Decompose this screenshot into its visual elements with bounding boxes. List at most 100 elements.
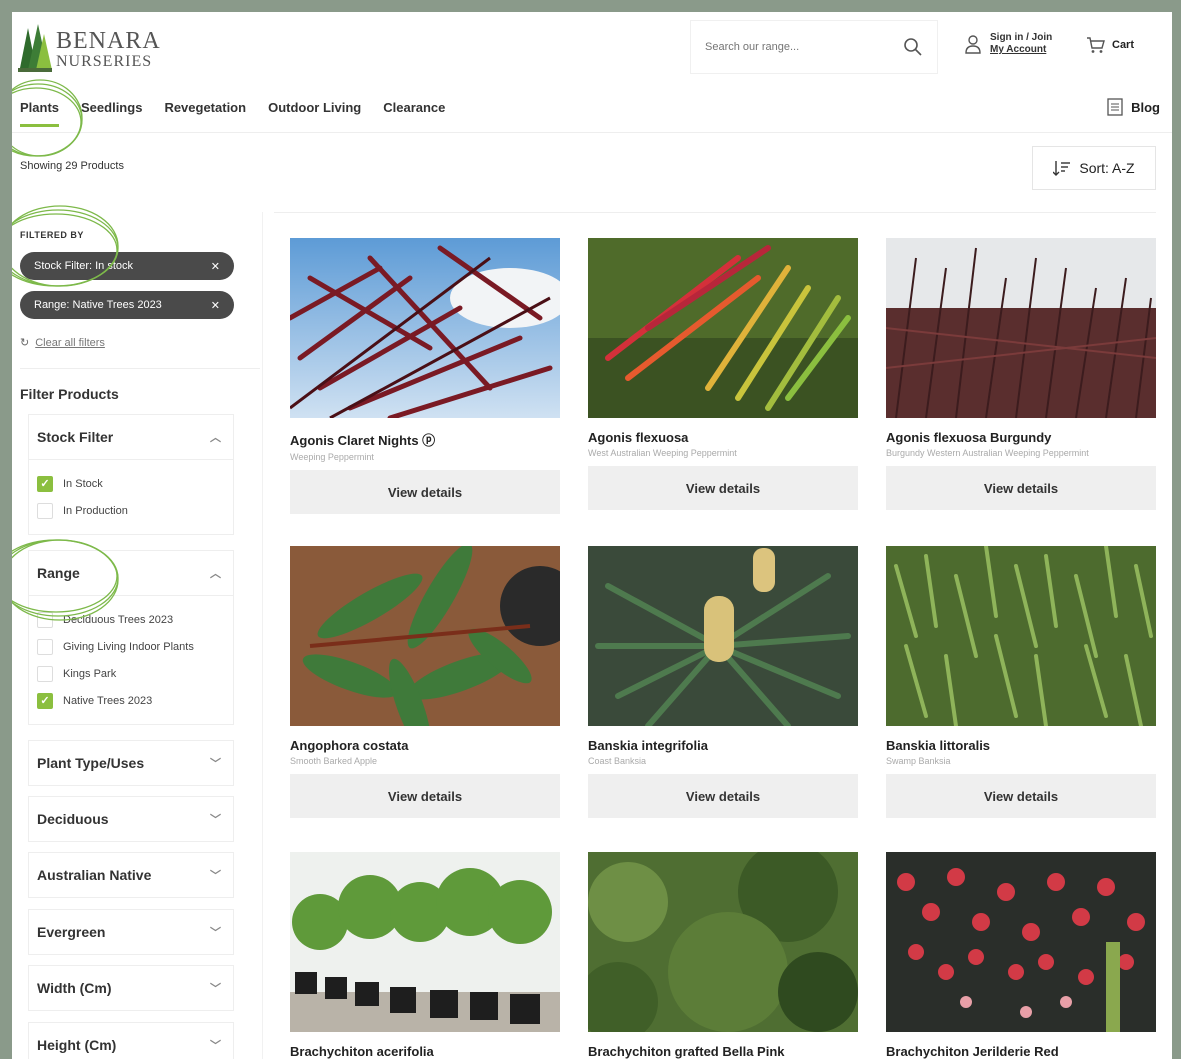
filter-chip-range[interactable]: Range: Native Trees 2023 ✕ bbox=[20, 291, 234, 319]
product-name[interactable]: Banskia littoralis bbox=[886, 738, 1156, 753]
nav-plants[interactable]: Plants bbox=[20, 100, 60, 127]
divider bbox=[20, 368, 260, 369]
product-name[interactable]: Agonis flexuosa Burgundy bbox=[886, 430, 1156, 445]
product-name[interactable]: Banskia integrifolia bbox=[588, 738, 858, 753]
product-card[interactable]: Agonis Claret Nights ⓟ Weeping Peppermin… bbox=[290, 238, 560, 514]
option-label: In Stock bbox=[63, 477, 103, 490]
accordion-label: Deciduous bbox=[37, 811, 109, 827]
clear-filters-link[interactable]: ↻ Clear all filters bbox=[20, 336, 105, 350]
nav-revegetation[interactable]: Revegetation bbox=[164, 100, 246, 127]
product-card[interactable]: Agonis flexuosa Burgundy Burgundy Wester… bbox=[886, 238, 1156, 510]
option-giving-living[interactable]: Giving Living Indoor Plants bbox=[37, 633, 225, 660]
search-input[interactable] bbox=[705, 41, 903, 53]
product-name[interactable]: Agonis flexuosa bbox=[588, 430, 858, 445]
accordion-header[interactable]: Stock Filter ︿ bbox=[29, 415, 233, 459]
nav-seedlings[interactable]: Seedlings bbox=[81, 100, 142, 127]
close-icon[interactable]: ✕ bbox=[211, 260, 220, 273]
option-native-trees[interactable]: ✓ Native Trees 2023 bbox=[37, 687, 225, 714]
blog-label: Blog bbox=[1131, 99, 1160, 115]
product-name[interactable]: Agonis Claret Nights ⓟ bbox=[290, 430, 560, 449]
view-details-button[interactable]: View details bbox=[290, 470, 560, 514]
accordion-width: Width (Cm) ﹀ bbox=[28, 965, 234, 1011]
accordion-header[interactable]: Range ︿ bbox=[29, 551, 233, 595]
product-card[interactable]: Brachychiton acerifolia bbox=[290, 852, 560, 1059]
option-deciduous-trees[interactable]: Deciduous Trees 2023 bbox=[37, 606, 225, 633]
product-image bbox=[290, 852, 560, 1032]
accordion-label: Plant Type/Uses bbox=[37, 755, 145, 771]
sign-in-link[interactable]: Sign in / Join bbox=[990, 32, 1052, 44]
close-icon[interactable]: ✕ bbox=[211, 299, 220, 312]
checkbox-checked[interactable]: ✓ bbox=[37, 692, 53, 709]
clear-filters-label: Clear all filters bbox=[35, 336, 105, 349]
product-image bbox=[290, 238, 560, 418]
product-image bbox=[588, 238, 858, 418]
accordion-header[interactable]: Deciduous ﹀ bbox=[29, 797, 233, 841]
accordion-header[interactable]: Australian Native ﹀ bbox=[29, 853, 233, 897]
product-name[interactable]: Brachychiton Jerilderie Red bbox=[886, 1044, 1156, 1059]
product-card[interactable]: Banskia integrifolia Coast Banksia View … bbox=[588, 546, 858, 818]
option-in-production[interactable]: In Production bbox=[37, 497, 225, 524]
accordion-header[interactable]: Height (Cm) ﹀ bbox=[29, 1023, 233, 1059]
option-in-stock[interactable]: ✓ In Stock bbox=[37, 470, 225, 497]
accordion-header[interactable]: Evergreen ﹀ bbox=[29, 910, 233, 954]
product-card[interactable]: Banskia littoralis Swamp Banksia View de… bbox=[886, 546, 1156, 818]
refresh-icon: ↻ bbox=[20, 337, 30, 349]
product-name[interactable]: Brachychiton acerifolia bbox=[290, 1044, 560, 1059]
account-link[interactable]: Sign in / Join My Account bbox=[964, 32, 1052, 56]
search-icon[interactable] bbox=[903, 37, 923, 57]
chevron-down-icon: ﹀ bbox=[210, 1040, 221, 1052]
blog-icon bbox=[1107, 98, 1123, 116]
accordion-header[interactable]: Width (Cm) ﹀ bbox=[29, 966, 233, 1010]
sort-label: Sort: A-Z bbox=[1079, 160, 1135, 176]
option-kings-park[interactable]: Kings Park bbox=[37, 660, 225, 687]
tree-logo-icon bbox=[18, 24, 52, 72]
filter-chip-label: Stock Filter: In stock bbox=[34, 260, 134, 272]
view-details-button[interactable]: View details bbox=[886, 466, 1156, 510]
checkbox[interactable] bbox=[37, 611, 53, 628]
sort-button[interactable]: Sort: A-Z bbox=[1032, 146, 1156, 190]
view-details-button[interactable]: View details bbox=[886, 774, 1156, 818]
divider bbox=[274, 212, 1156, 213]
chevron-down-icon: ﹀ bbox=[210, 814, 221, 826]
nav-clearance[interactable]: Clearance bbox=[383, 100, 445, 127]
user-icon bbox=[965, 35, 981, 54]
accordion-evergreen: Evergreen ﹀ bbox=[28, 909, 234, 955]
product-common-name: Swamp Banksia bbox=[886, 756, 951, 766]
product-image bbox=[886, 238, 1156, 418]
view-details-button[interactable]: View details bbox=[588, 466, 858, 510]
my-account-link[interactable]: My Account bbox=[990, 44, 1052, 56]
filter-products-heading: Filter Products bbox=[20, 386, 119, 402]
nav-outdoor-living[interactable]: Outdoor Living bbox=[268, 100, 361, 127]
brand-logo[interactable]: BENARA NURSERIES bbox=[18, 24, 161, 74]
cart-button[interactable]: Cart bbox=[1086, 36, 1134, 54]
accordion-label: Height (Cm) bbox=[37, 1037, 117, 1053]
product-name[interactable]: Brachychiton grafted Bella Pink bbox=[588, 1044, 858, 1059]
checkbox-checked[interactable]: ✓ bbox=[37, 475, 53, 492]
blog-link[interactable]: Blog bbox=[1107, 98, 1160, 116]
main-nav: Plants Seedlings Revegetation Outdoor Li… bbox=[20, 100, 467, 127]
checkbox[interactable] bbox=[37, 638, 53, 655]
view-details-button[interactable]: View details bbox=[290, 774, 560, 818]
view-details-button[interactable]: View details bbox=[588, 774, 858, 818]
accordion-header[interactable]: Plant Type/Uses ﹀ bbox=[29, 741, 233, 785]
accordion-range: Range ︿ Deciduous Trees 2023 Giving Livi… bbox=[28, 550, 234, 725]
filter-chip-stock[interactable]: Stock Filter: In stock ✕ bbox=[20, 252, 234, 280]
filter-chip-label: Range: Native Trees 2023 bbox=[34, 299, 162, 311]
product-image bbox=[290, 546, 560, 726]
option-label: Native Trees 2023 bbox=[63, 694, 153, 707]
chevron-down-icon: ﹀ bbox=[210, 983, 221, 995]
product-image bbox=[588, 852, 858, 1032]
accordion-height: Height (Cm) ﹀ bbox=[28, 1022, 234, 1059]
product-card[interactable]: Brachychiton Jerilderie Red bbox=[886, 852, 1156, 1059]
option-label: Giving Living Indoor Plants bbox=[63, 640, 194, 653]
product-card[interactable]: Agonis flexuosa West Australian Weeping … bbox=[588, 238, 858, 510]
option-label: In Production bbox=[63, 504, 128, 517]
chevron-up-icon: ︿ bbox=[210, 432, 221, 444]
checkbox[interactable] bbox=[37, 502, 53, 519]
page: BENARA NURSERIES Sign in / Join My Accou… bbox=[12, 12, 1172, 1059]
product-card[interactable]: Angophora costata Smooth Barked Apple Vi… bbox=[290, 546, 560, 818]
checkbox[interactable] bbox=[37, 665, 53, 682]
sort-icon bbox=[1053, 161, 1071, 176]
product-name[interactable]: Angophora costata bbox=[290, 738, 560, 753]
product-card[interactable]: Brachychiton grafted Bella Pink bbox=[588, 852, 858, 1059]
